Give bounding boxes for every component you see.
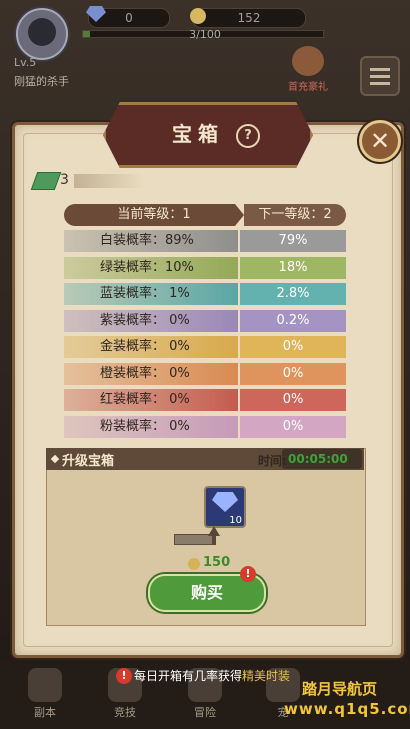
probability-row: 粉装概率： 0% 0% bbox=[64, 415, 346, 438]
current-probability: 绿装概率：10% bbox=[64, 256, 238, 279]
gift-label: 首充豪礼 bbox=[288, 82, 328, 93]
dungeon-icon bbox=[28, 668, 62, 702]
time-label: 时间: bbox=[258, 454, 287, 468]
chest-item[interactable]: 10 bbox=[204, 486, 246, 528]
probability-row: 红装概率： 0% 0% bbox=[64, 389, 346, 411]
dialog-title: 宝箱 bbox=[172, 122, 224, 146]
current-probability: 粉装概率： 0% bbox=[64, 415, 238, 438]
probability-row: 绿装概率：10% 18% bbox=[64, 256, 346, 279]
next-probability: 0.2% bbox=[240, 309, 346, 332]
current-probability: 红装概率： 0% bbox=[64, 389, 238, 411]
help-button[interactable]: ? bbox=[236, 124, 260, 148]
coin-counter: 152 bbox=[192, 8, 306, 28]
watermark-url: www.q1q5.com bbox=[284, 700, 410, 718]
coin-count: 152 bbox=[237, 11, 261, 25]
next-probability: 2.8% bbox=[240, 283, 346, 305]
upgrade-cost: 150 bbox=[203, 555, 231, 570]
gift-icon bbox=[292, 46, 324, 76]
gem-count: 0 bbox=[125, 11, 133, 25]
alert-icon: ! bbox=[116, 668, 132, 684]
next-probability: 79% bbox=[240, 230, 346, 252]
chest-count: 10 bbox=[229, 515, 242, 526]
current-level-header: 当前等级：1 bbox=[64, 204, 244, 226]
top-bar: Lv.5 刚猛的杀手 0 152 3/100 首充豪礼 bbox=[0, 0, 410, 96]
next-probability: 0% bbox=[240, 362, 346, 385]
player-name: 刚猛的杀手 bbox=[14, 75, 69, 88]
close-button[interactable]: ✕ bbox=[359, 120, 401, 162]
coin-icon bbox=[190, 8, 206, 24]
probability-row: 橙装概率： 0% 0% bbox=[64, 362, 346, 385]
probability-row: 蓝装概率： 1% 2.8% bbox=[64, 283, 346, 305]
next-probability: 18% bbox=[240, 256, 346, 279]
nav-label: 竞技 bbox=[114, 706, 136, 719]
current-probability: 紫装概率： 0% bbox=[64, 309, 238, 332]
time-value: 00:05:00 bbox=[288, 452, 348, 466]
diamond-icon bbox=[212, 492, 238, 512]
notice-highlight: 精美时装 bbox=[242, 669, 291, 683]
player-level: Lv.5 bbox=[14, 56, 37, 69]
next-probability: 0% bbox=[240, 415, 346, 438]
menu-button[interactable] bbox=[360, 56, 400, 96]
alert-badge-icon: ! bbox=[240, 566, 256, 582]
probability-row: 金装概率： 0% 0% bbox=[64, 336, 346, 358]
probability-row: 紫装概率： 0% 0.2% bbox=[64, 309, 346, 332]
next-level-header: 下一等级：2 bbox=[244, 204, 346, 226]
current-probability: 白装概率：89% bbox=[64, 230, 238, 252]
next-probability: 0% bbox=[240, 389, 346, 411]
watermark-title: 踏月导航页 bbox=[302, 680, 378, 698]
nav-label: 副本 bbox=[34, 706, 56, 719]
current-probability: 金装概率： 0% bbox=[64, 336, 238, 358]
notice-text: 每日开箱有几率获得精美时装 bbox=[134, 667, 290, 685]
key-count: 3 bbox=[60, 172, 69, 188]
first-recharge-gift-button[interactable]: 首充豪礼 bbox=[282, 46, 334, 93]
current-probability: 蓝装概率： 1% bbox=[64, 283, 238, 305]
next-probability: 0% bbox=[240, 336, 346, 358]
upgrade-title: 升级宝箱 bbox=[62, 454, 115, 469]
exp-text: 3/100 bbox=[189, 28, 221, 41]
nav-item-dungeon[interactable]: 副本 bbox=[20, 662, 70, 724]
notice-prefix: 每日开箱有几率获得 bbox=[134, 669, 243, 683]
nav-label: 冒险 bbox=[194, 706, 216, 719]
coin-icon bbox=[188, 558, 200, 570]
menu-icon bbox=[370, 68, 390, 71]
current-probability: 橙装概率： 0% bbox=[64, 362, 238, 385]
probability-row: 白装概率：89% 79% bbox=[64, 230, 346, 252]
